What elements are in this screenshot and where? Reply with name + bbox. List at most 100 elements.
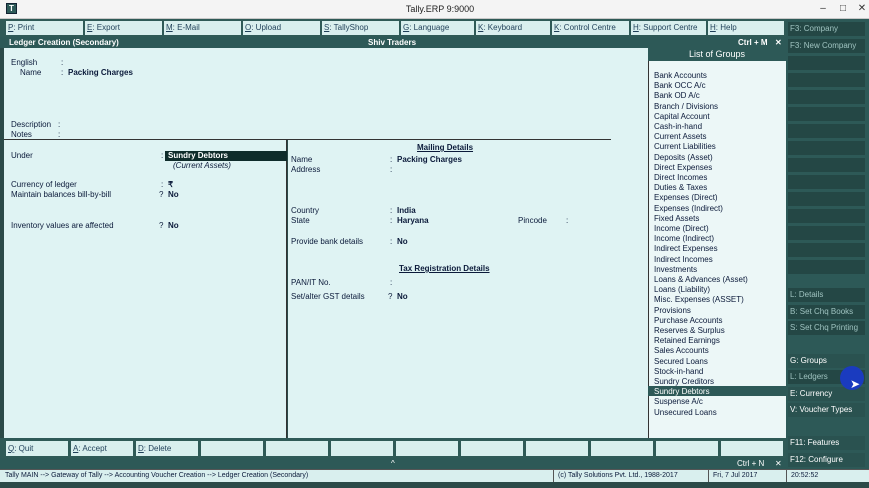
group-list-item[interactable]: Capital Account bbox=[654, 112, 710, 122]
sidebar-blank-button[interactable] bbox=[788, 107, 865, 121]
sidebar-blank-button[interactable] bbox=[788, 158, 865, 172]
keyboard-button[interactable]: K: Keyboard bbox=[476, 21, 550, 35]
sidebar-blank-button[interactable] bbox=[788, 226, 865, 240]
group-list-item[interactable]: Expenses (Indirect) bbox=[654, 204, 723, 214]
bottom-blank-button[interactable] bbox=[396, 441, 458, 456]
form-right-section bbox=[288, 140, 611, 438]
print-button[interactable]: P: Print bbox=[6, 21, 83, 35]
support-centre-button[interactable]: H: Support Centre bbox=[631, 21, 706, 35]
group-list-item[interactable]: Misc. Expenses (ASSET) bbox=[654, 295, 744, 305]
group-list-item[interactable]: Secured Loans bbox=[654, 357, 708, 367]
group-list-item[interactable]: Sales Accounts bbox=[654, 346, 709, 356]
group-list-item[interactable]: Unsecured Loans bbox=[654, 408, 717, 418]
group-list-item[interactable]: Expenses (Direct) bbox=[654, 193, 718, 203]
bottom-blank-button[interactable] bbox=[461, 441, 523, 456]
sidebar-blank-button[interactable] bbox=[788, 243, 865, 257]
under-field[interactable]: Sundry Debtors bbox=[165, 151, 287, 161]
sidebar-blank-button[interactable] bbox=[788, 90, 865, 104]
group-list-item[interactable]: Cash-in-hand bbox=[654, 122, 702, 132]
tallyshop-button[interactable]: S: TallyShop bbox=[322, 21, 399, 35]
group-list-item[interactable]: Loans & Advances (Asset) bbox=[654, 275, 748, 285]
group-list-item[interactable]: Loans (Liability) bbox=[654, 285, 710, 295]
name-field[interactable]: Packing Charges bbox=[68, 68, 133, 78]
company-button[interactable]: F3: Company bbox=[788, 22, 865, 36]
group-list-item[interactable]: Duties & Taxes bbox=[654, 183, 707, 193]
quit-button[interactable]: Q: Quit bbox=[6, 441, 68, 456]
expand-up-icon[interactable]: ^ bbox=[391, 458, 395, 469]
bottom-blank-button[interactable] bbox=[331, 441, 393, 456]
bottom-blank-button[interactable] bbox=[591, 441, 653, 456]
voucher-types-button[interactable]: V: Voucher Types bbox=[788, 403, 865, 417]
colon: : bbox=[58, 120, 61, 129]
address-label: Address bbox=[291, 165, 321, 174]
group-list-item[interactable]: Income (Indirect) bbox=[654, 234, 714, 244]
state-field[interactable]: Haryana bbox=[397, 216, 429, 226]
group-list-item[interactable]: Current Assets bbox=[654, 132, 706, 142]
sidebar-blank-button[interactable] bbox=[788, 192, 865, 206]
group-list-item[interactable]: Direct Expenses bbox=[654, 163, 712, 173]
currency-field[interactable]: ₹ bbox=[168, 180, 173, 190]
gst-field[interactable]: No bbox=[397, 292, 408, 302]
mailing-name-field[interactable]: Packing Charges bbox=[397, 155, 462, 165]
group-list-item[interactable]: Fixed Assets bbox=[654, 214, 699, 224]
group-list-item[interactable]: Bank OCC A/c bbox=[654, 81, 706, 91]
sidebar-blank-button[interactable] bbox=[788, 141, 865, 155]
inventory-field[interactable]: No bbox=[168, 221, 179, 231]
details-button[interactable]: L: Details bbox=[788, 288, 865, 302]
close-icon[interactable]: ✕ bbox=[855, 3, 869, 15]
group-list-item[interactable]: Indirect Expenses bbox=[654, 244, 718, 254]
group-list-item[interactable]: Reserves & Surplus bbox=[654, 326, 725, 336]
set-cheque-printing-button[interactable]: S: Set Chq Printing bbox=[788, 321, 865, 335]
current-date: Fri, 7 Jul 2017 bbox=[713, 472, 758, 479]
colon: : bbox=[161, 180, 164, 189]
group-list-item[interactable]: Current Liabilities bbox=[654, 142, 716, 152]
export-button[interactable]: E: Export bbox=[85, 21, 162, 35]
new-company-button[interactable]: F3: New Company bbox=[788, 39, 865, 53]
group-list-item[interactable]: Suspense A/c bbox=[654, 397, 703, 407]
accept-button[interactable]: A: Accept bbox=[71, 441, 133, 456]
group-list-item[interactable]: Branch / Divisions bbox=[654, 102, 718, 112]
sidebar-blank-button[interactable] bbox=[788, 73, 865, 87]
group-list-item[interactable]: Deposits (Asset) bbox=[654, 153, 713, 163]
set-cheque-books-button[interactable]: B: Set Chq Books bbox=[788, 305, 865, 319]
language-button[interactable]: G: Language bbox=[401, 21, 474, 35]
sidebar-blank-button[interactable] bbox=[788, 209, 865, 223]
close-screen-icon[interactable]: ✕ bbox=[775, 37, 782, 48]
features-button[interactable]: F11: Features bbox=[788, 436, 865, 450]
control-centre-button[interactable]: K: Control Centre bbox=[552, 21, 629, 35]
configure-button[interactable]: F12: Configure bbox=[788, 453, 865, 467]
upload-button[interactable]: O: Upload bbox=[243, 21, 320, 35]
group-list-item[interactable]: Investments bbox=[654, 265, 697, 275]
delete-button[interactable]: D: Delete bbox=[136, 441, 198, 456]
bank-details-field[interactable]: No bbox=[397, 237, 408, 247]
bottom-blank-button[interactable] bbox=[721, 441, 783, 456]
group-list-item[interactable]: Sundry Debtors bbox=[654, 387, 710, 397]
country-field[interactable]: India bbox=[397, 206, 416, 216]
maximize-icon[interactable]: □ bbox=[836, 3, 850, 15]
group-list-item[interactable]: Indirect Incomes bbox=[654, 255, 713, 265]
bottom-blank-button[interactable] bbox=[526, 441, 588, 456]
bottom-blank-button[interactable] bbox=[656, 441, 718, 456]
sidebar-blank-button[interactable] bbox=[788, 175, 865, 189]
group-list-item[interactable]: Income (Direct) bbox=[654, 224, 709, 234]
sidebar-blank-button[interactable] bbox=[788, 124, 865, 138]
group-list-item[interactable]: Retained Earnings bbox=[654, 336, 720, 346]
sidebar-blank-button[interactable] bbox=[788, 260, 865, 274]
group-list-item[interactable]: Sundry Creditors bbox=[654, 377, 714, 387]
email-button[interactable]: M: E-Mail bbox=[164, 21, 241, 35]
group-list-item[interactable]: Bank OD A/c bbox=[654, 91, 700, 101]
sidebar-blank-button[interactable] bbox=[788, 56, 865, 70]
billwise-field[interactable]: No bbox=[168, 190, 179, 200]
group-list-item[interactable]: Purchase Accounts bbox=[654, 316, 722, 326]
app-icon[interactable]: T bbox=[6, 3, 17, 14]
minimize-icon[interactable]: – bbox=[816, 3, 830, 15]
close-status-icon[interactable]: ✕ bbox=[775, 458, 782, 469]
group-list-item[interactable]: Stock-in-hand bbox=[654, 367, 703, 377]
bottom-blank-button[interactable] bbox=[266, 441, 328, 456]
group-list-item[interactable]: Provisions bbox=[654, 306, 691, 316]
group-list-item[interactable]: Direct Incomes bbox=[654, 173, 707, 183]
bottom-blank-button[interactable] bbox=[201, 441, 263, 456]
form-margin bbox=[611, 48, 648, 438]
help-button[interactable]: H: Help bbox=[708, 21, 784, 35]
group-list-item[interactable]: Bank Accounts bbox=[654, 71, 707, 81]
